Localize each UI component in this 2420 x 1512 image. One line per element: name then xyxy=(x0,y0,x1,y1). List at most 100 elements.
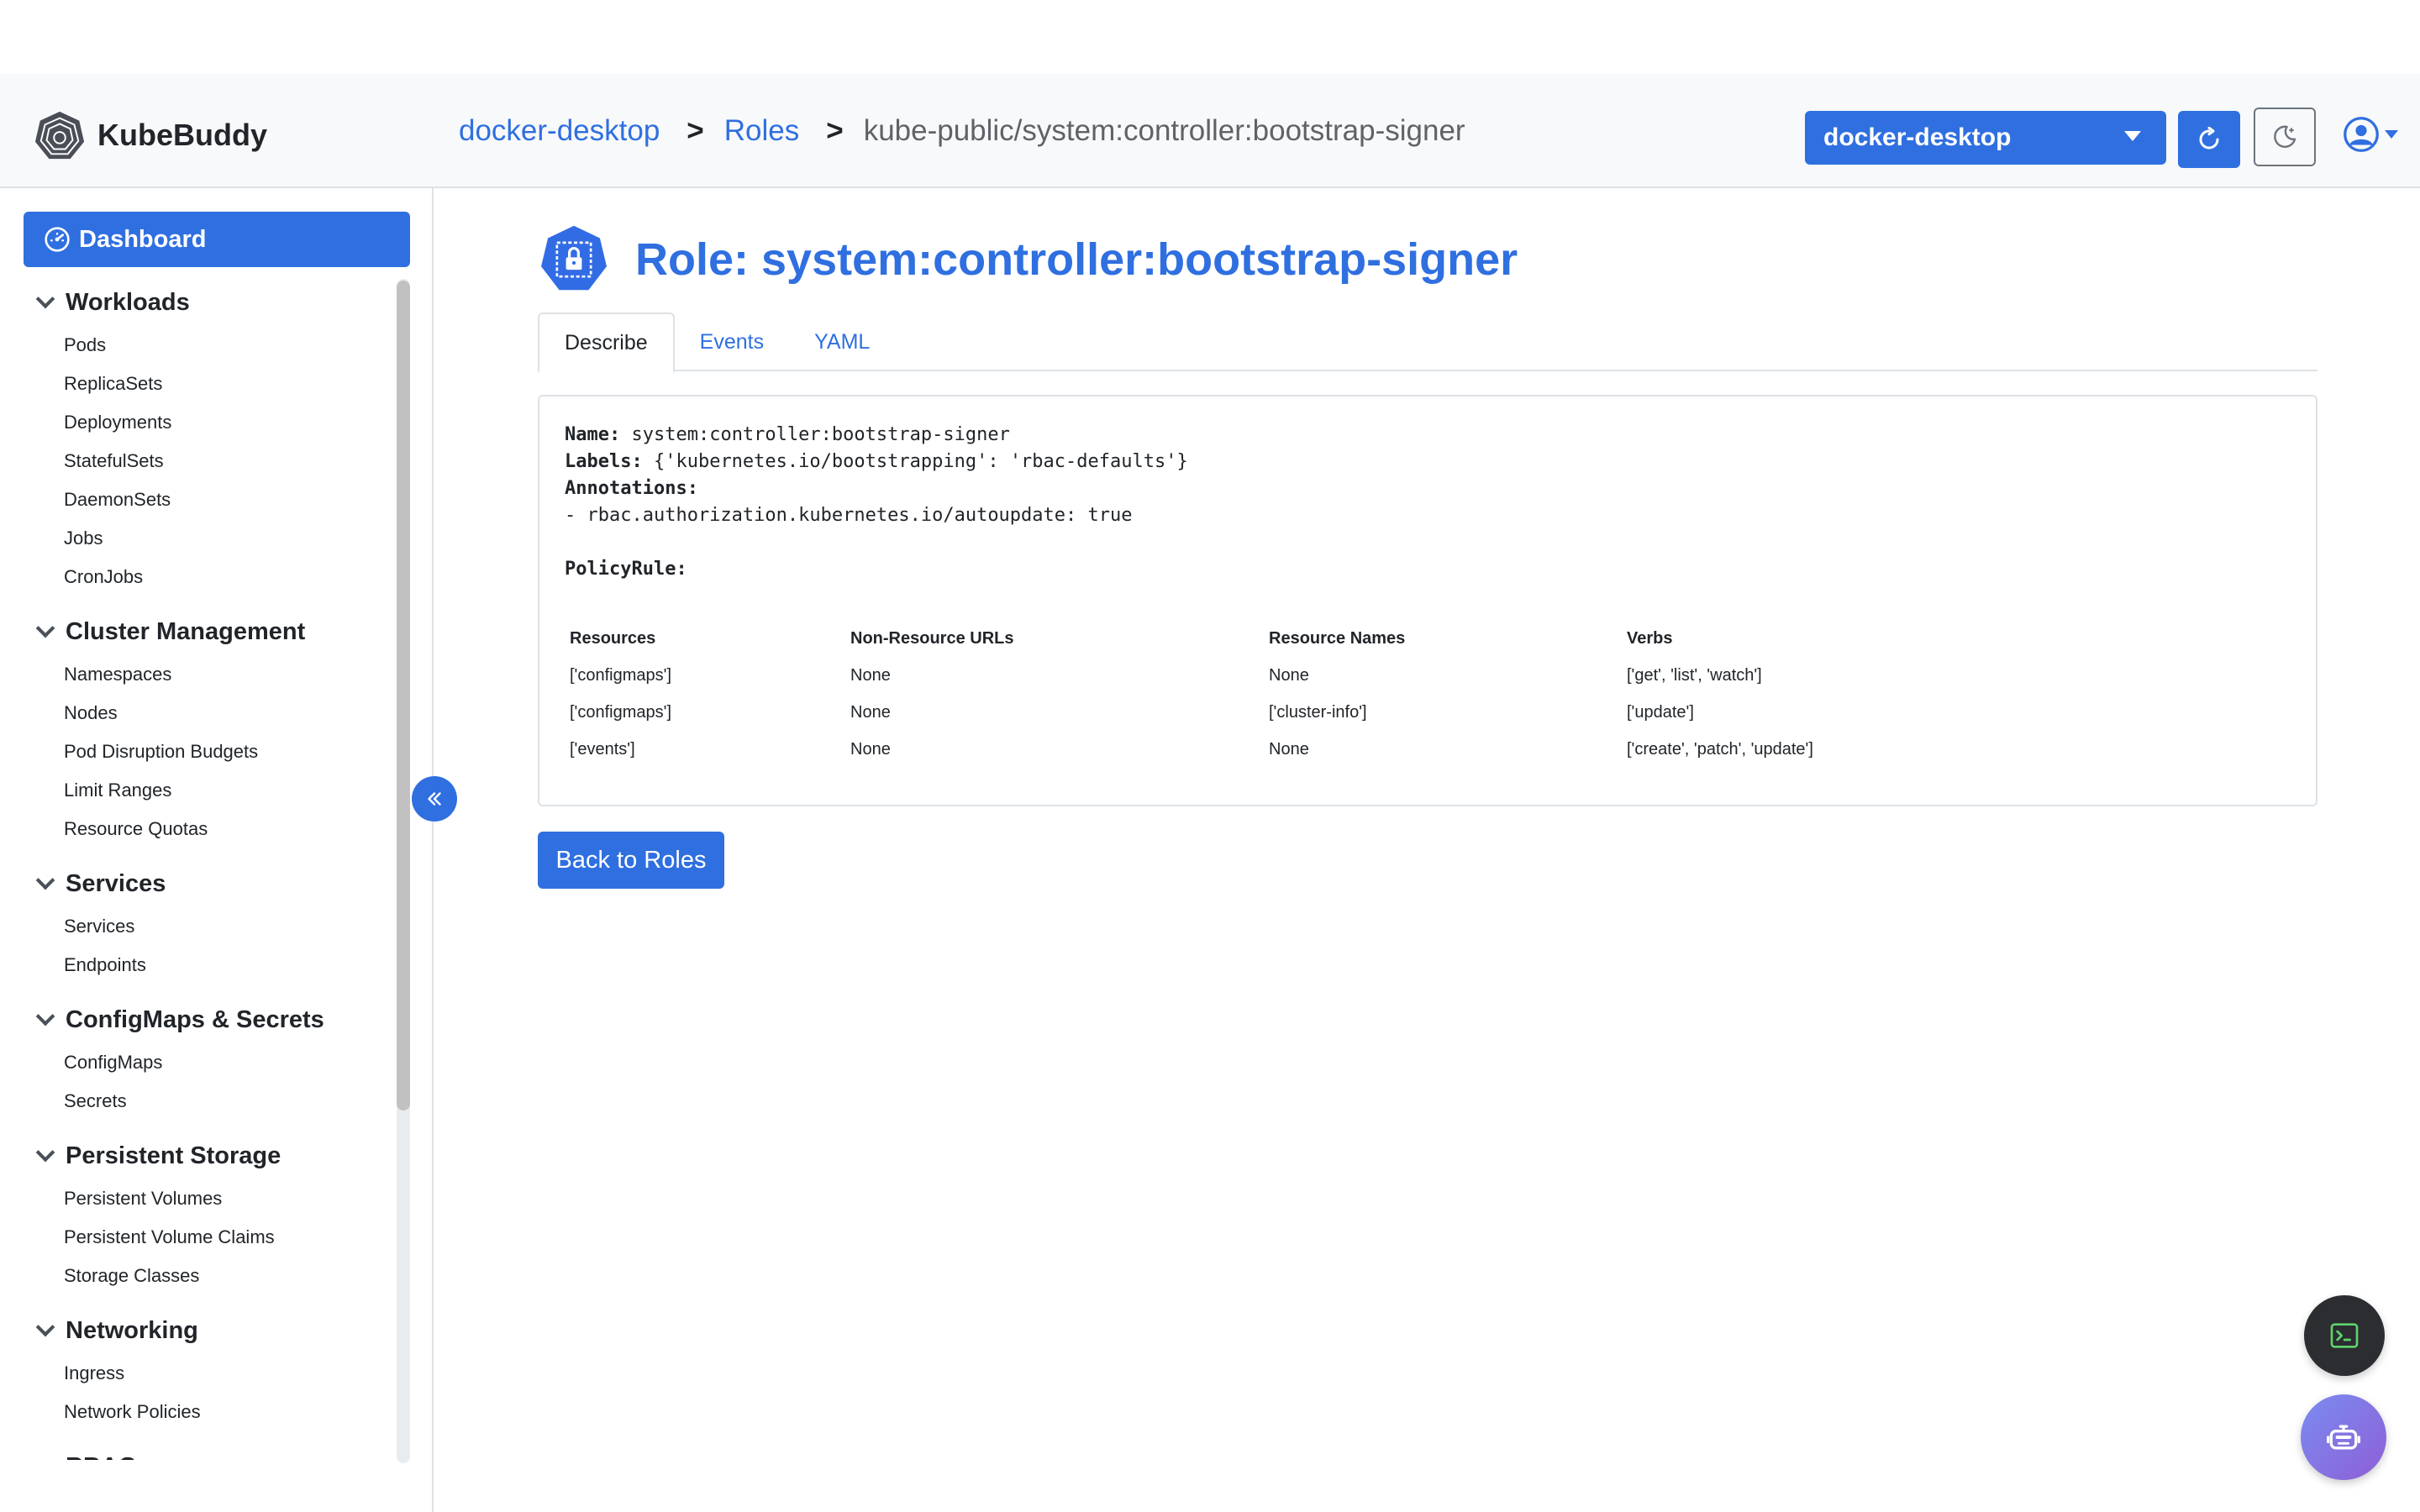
sidebar: Dashboard Workloads Pods ReplicaSets Deploy… xyxy=(0,188,434,1512)
sidebar-section: Cluster Management Namespaces Nodes Pod Dis… xyxy=(34,608,395,860)
sidebar-item[interactable]: Endpoints xyxy=(34,946,395,984)
refresh-icon xyxy=(2199,127,2219,150)
cell-verbs: ['create', 'patch', 'update'] xyxy=(1627,739,1813,759)
sidebar-section: Persistent Storage Persistent Volumes Pers… xyxy=(34,1132,395,1307)
sidebar-section-header[interactable]: RBAC xyxy=(34,1443,395,1460)
sidebar-item[interactable]: Jobs xyxy=(34,519,395,558)
app-name: KubeBuddy xyxy=(97,118,267,152)
sidebar-item[interactable]: Persistent Volumes xyxy=(34,1179,395,1218)
describe-labels-line: Labels: {'kubernetes.io/bootstrapping': … xyxy=(565,449,2291,475)
breadcrumb-context-link[interactable]: docker-desktop xyxy=(459,114,660,148)
name-value: system:controller:bootstrap-signer xyxy=(631,424,1010,445)
sidebar-item[interactable]: Nodes xyxy=(34,694,395,732)
back-to-roles-button[interactable]: Back to Roles xyxy=(538,832,724,889)
sidebar-dashboard-label: Dashboard xyxy=(79,225,207,253)
tab-events[interactable]: Events xyxy=(675,312,789,371)
sidebar-item[interactable]: Ingress xyxy=(34,1354,395,1393)
table-row: ['configmaps'] None ['cluster-info'] ['u… xyxy=(570,694,1963,731)
cell-resource-names: None xyxy=(1269,665,1309,685)
chevron-down-icon xyxy=(35,870,55,890)
describe-annotations-line: Annotations: xyxy=(565,475,2291,502)
policy-key: PolicyRule: xyxy=(565,559,687,580)
sidebar-item[interactable]: Storage Classes xyxy=(34,1257,395,1295)
sidebar-dashboard-button[interactable]: Dashboard xyxy=(24,212,410,267)
sidebar-item[interactable]: StatefulSets xyxy=(34,442,395,480)
breadcrumb-current: kube-public/system:controller:bootstrap-… xyxy=(863,114,1465,147)
sidebar-section-title: Persistent Storage xyxy=(66,1142,281,1169)
sidebar-item[interactable]: Secrets xyxy=(34,1082,395,1121)
sidebar-item[interactable]: DaemonSets xyxy=(34,480,395,519)
sidebar-item[interactable]: Pods xyxy=(34,326,395,365)
annotations-key: Annotations: xyxy=(565,478,698,499)
chevron-down-icon xyxy=(35,1317,55,1337)
sidebar-item[interactable]: Services xyxy=(34,907,395,946)
cell-verbs: ['get', 'list', 'watch'] xyxy=(1627,665,1762,685)
sidebar-collapse-button[interactable] xyxy=(412,776,457,822)
cell-verbs: ['update'] xyxy=(1627,702,1694,722)
sidebar-section-header[interactable]: Cluster Management xyxy=(34,608,395,655)
sidebar-section: Services Services Endpoints xyxy=(34,860,395,996)
sidebar-section-title: Workloads xyxy=(66,288,190,316)
labels-key: Labels: xyxy=(565,451,643,472)
sidebar-section: Workloads Pods ReplicaSets Deployments State… xyxy=(34,279,395,608)
sidebar-section-header[interactable]: Workloads xyxy=(34,279,395,326)
chevron-down-icon xyxy=(35,1142,55,1163)
breadcrumb-separator: > xyxy=(826,114,844,147)
chevron-down-icon xyxy=(35,618,55,638)
sidebar-item[interactable]: Namespaces xyxy=(34,655,395,694)
cell-non-resource-urls: None xyxy=(850,739,891,759)
describe-panel: Name: system:controller:bootstrap-signer… xyxy=(538,395,2317,806)
table-header-row: Resources Non-Resource URLs Resource Nam… xyxy=(570,620,1963,657)
sidebar-section-header[interactable]: Networking xyxy=(34,1307,395,1354)
tab-describe[interactable]: Describe xyxy=(538,312,675,373)
sidebar-section: RBAC xyxy=(34,1443,395,1460)
sidebar-item[interactable]: Resource Quotas xyxy=(34,810,395,848)
moon-icon xyxy=(2274,125,2296,148)
user-circle-icon xyxy=(2344,117,2379,152)
user-menu-button[interactable] xyxy=(2343,116,2398,153)
theme-toggle-button[interactable] xyxy=(2254,108,2316,166)
sidebar-item[interactable]: Pod Disruption Budgets xyxy=(34,732,395,771)
sidebar-scrollbar[interactable] xyxy=(397,279,410,1463)
context-select-value: docker-desktop xyxy=(1823,123,2012,151)
sidebar-section-title: ConfigMaps & Secrets xyxy=(66,1005,324,1033)
ai-assistant-button[interactable] xyxy=(2301,1394,2386,1480)
sidebar-section-header[interactable]: ConfigMaps & Secrets xyxy=(34,996,395,1043)
policy-rules-table: Resources Non-Resource URLs Resource Nam… xyxy=(570,620,1963,768)
breadcrumb-separator: > xyxy=(687,114,704,147)
sidebar-item[interactable]: Limit Ranges xyxy=(34,771,395,810)
terminal-icon xyxy=(2330,1323,2359,1348)
cell-resources: ['events'] xyxy=(570,739,635,759)
speedometer-icon xyxy=(45,227,70,252)
labels-value: {'kubernetes.io/bootstrapping': 'rbac-de… xyxy=(653,451,1188,472)
tab-yaml[interactable]: YAML xyxy=(789,312,895,371)
sidebar-nav: Workloads Pods ReplicaSets Deployments State… xyxy=(0,279,395,1460)
caret-down-icon xyxy=(2385,130,2398,139)
sidebar-item[interactable]: CronJobs xyxy=(34,558,395,596)
refresh-button[interactable] xyxy=(2178,111,2240,168)
describe-name-line: Name: system:controller:bootstrap-signer xyxy=(565,422,2291,449)
sidebar-scrollbar-thumb[interactable] xyxy=(397,281,410,1110)
chevrons-left-icon xyxy=(428,792,441,806)
describe-policy-line: PolicyRule: xyxy=(565,556,2291,583)
sidebar-section-title: RBAC xyxy=(66,1453,136,1461)
context-select[interactable]: docker-desktop xyxy=(1805,111,2166,165)
terminal-button[interactable] xyxy=(2304,1295,2385,1376)
caret-down-icon xyxy=(2124,131,2141,141)
sidebar-item[interactable]: Persistent Volume Claims xyxy=(34,1218,395,1257)
sidebar-section-header[interactable]: Services xyxy=(34,860,395,907)
breadcrumb-roles-link[interactable]: Roles xyxy=(724,114,799,148)
sidebar-item[interactable]: Deployments xyxy=(34,403,395,442)
cell-resource-names: None xyxy=(1269,739,1309,759)
sidebar-section-header[interactable]: Persistent Storage xyxy=(34,1132,395,1179)
sidebar-item[interactable]: Network Policies xyxy=(34,1393,395,1431)
sidebar-section: ConfigMaps & Secrets ConfigMaps Secrets xyxy=(34,996,395,1132)
sidebar-item[interactable]: ConfigMaps xyxy=(34,1043,395,1082)
column-header-non-resource-urls: Non-Resource URLs xyxy=(850,628,1014,648)
table-row: ['events'] None None ['create', 'patch',… xyxy=(570,731,1963,768)
app-logo[interactable]: KubeBuddy xyxy=(34,109,267,161)
sidebar-item[interactable]: ReplicaSets xyxy=(34,365,395,403)
